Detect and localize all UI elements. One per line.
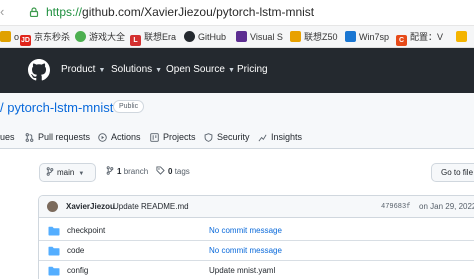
tab-actions[interactable]: Actions — [98, 131, 141, 143]
bookmark-item[interactable]: o — [0, 30, 19, 44]
repo-header: / pytorch-lstm-mnist Public ues Pull req… — [0, 93, 474, 149]
avatar[interactable] — [47, 201, 58, 212]
url-host: github.com — [82, 5, 141, 19]
tab-projects[interactable]: Projects — [150, 131, 196, 143]
branches-link[interactable]: 1 branch — [106, 166, 148, 178]
bookmark-item[interactable]: L 联想Era — [130, 30, 176, 46]
visual-studio-icon — [236, 31, 247, 42]
bookmark-item[interactable]: 联想Z50 — [290, 30, 338, 44]
visibility-badge: Public — [113, 100, 145, 113]
branch-select-button[interactable]: main ▼ — [39, 163, 96, 182]
table-row[interactable]: checkpoint No commit message — [39, 221, 474, 241]
actions-icon — [98, 133, 107, 142]
url-path: /XavierJiezou/pytorch-lstm-mnist — [140, 5, 315, 19]
bookmark-item[interactable]: Visual S — [236, 30, 283, 44]
chevron-down-icon: ▼ — [227, 67, 235, 74]
bookmark-folder-icon — [456, 31, 467, 42]
insights-icon — [258, 134, 267, 142]
lock-icon — [29, 7, 39, 17]
jd-logo-icon: JD — [20, 35, 31, 46]
github-logo-icon[interactable] — [28, 59, 50, 81]
windows-icon — [345, 31, 356, 42]
file-name[interactable]: config — [67, 265, 88, 277]
file-commit-message[interactable]: No commit message — [209, 225, 282, 237]
games-icon — [75, 31, 86, 42]
lenovo-icon — [290, 31, 301, 42]
tag-icon — [156, 166, 165, 175]
bookmark-item[interactable]: JD 京东秒杀 — [20, 30, 70, 46]
nav-product[interactable]: Product ▼ — [61, 63, 105, 78]
repo-title-link[interactable]: / pytorch-lstm-mnist — [0, 99, 113, 117]
commit-sha[interactable]: 479683f — [381, 202, 410, 213]
browser-address-bar: ‹ https://github.com/XavierJiezou/pytorc… — [0, 0, 474, 26]
folder-icon — [48, 266, 60, 276]
commit-date: on Jan 29, 2022 — [419, 202, 474, 211]
github-icon — [184, 31, 195, 42]
nav-open-source[interactable]: Open Source ▼ — [166, 63, 235, 78]
file-list: XavierJiezou Update README.md 479683f on… — [38, 195, 474, 279]
bookmark-item[interactable]: C 配置：V — [396, 30, 443, 46]
bookmarks-bar: o JD 京东秒杀 游戏大全 L 联想Era GitHub Visual S 联想Z… — [0, 26, 474, 48]
pull-request-icon — [25, 133, 34, 142]
nav-pricing[interactable]: Pricing — [237, 63, 268, 77]
table-row[interactable]: config Update mnist.yaml — [39, 261, 474, 279]
file-commit-message[interactable]: Update mnist.yaml — [209, 265, 275, 277]
bookmark-item[interactable]: Win7sp — [345, 30, 389, 44]
nav-solutions[interactable]: Solutions ▼ — [111, 63, 162, 78]
folder-icon — [48, 226, 60, 236]
projects-icon — [150, 133, 159, 142]
back-arrow-icon[interactable]: ‹ — [0, 4, 10, 20]
tab-pull-requests[interactable]: Pull requests — [25, 131, 90, 143]
bookmark-item[interactable]: GitHub — [184, 30, 226, 44]
bookmark-item[interactable] — [456, 30, 470, 44]
branch-bar: main ▼ 1 branch 0 tags Go to file — [0, 149, 474, 189]
chevron-down-icon: ▼ — [155, 67, 163, 74]
latest-commit-bar: XavierJiezou Update README.md 479683f on… — [39, 196, 474, 218]
security-icon — [204, 133, 213, 142]
branch-icon — [46, 167, 54, 176]
lenovo-icon: L — [130, 35, 141, 46]
github-header: Product ▼ Solutions ▼ Open Source ▼ Pricing — [0, 48, 474, 93]
commit-author[interactable]: XavierJiezou — [66, 201, 115, 213]
file-name[interactable]: code — [67, 245, 84, 257]
tags-link[interactable]: 0 tags — [156, 166, 190, 178]
bookmark-folder-icon — [0, 31, 11, 42]
bookmark-item[interactable]: 游戏大全 — [75, 30, 125, 44]
file-commit-message[interactable]: No commit message — [209, 245, 282, 257]
go-to-file-button[interactable]: Go to file — [431, 163, 474, 182]
commit-message[interactable]: Update README.md — [113, 201, 189, 213]
url-scheme: https:// — [46, 5, 83, 19]
chevron-down-icon: ▼ — [98, 67, 106, 74]
file-name[interactable]: checkpoint — [67, 225, 105, 237]
url-field[interactable]: https://github.com/XavierJiezou/pytorch-… — [46, 5, 314, 20]
folder-icon — [48, 246, 60, 256]
branch-icon — [106, 166, 114, 175]
tab-security[interactable]: Security — [204, 131, 250, 143]
table-row[interactable]: code No commit message — [39, 241, 474, 261]
config-icon: C — [396, 35, 407, 46]
tab-insights[interactable]: Insights — [258, 131, 302, 143]
chevron-down-icon: ▼ — [78, 171, 85, 177]
tab-issues[interactable]: ues — [0, 131, 15, 143]
